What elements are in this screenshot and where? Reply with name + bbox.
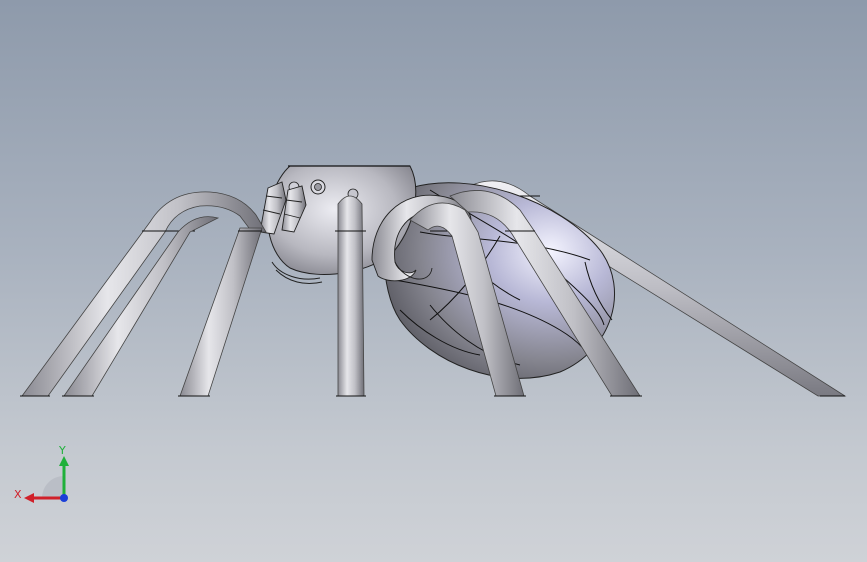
- y-axis-label: Y: [58, 444, 66, 457]
- leg-left-mid: [178, 227, 263, 397]
- z-axis-dot: [60, 494, 68, 502]
- leg-center: [335, 195, 366, 397]
- axis-triad: Y X: [14, 444, 69, 503]
- x-axis-label: X: [14, 488, 22, 501]
- triad-quadrant: [42, 476, 64, 498]
- spider-model[interactable]: [0, 0, 867, 562]
- 3d-graphics-viewport[interactable]: Y X: [0, 0, 867, 562]
